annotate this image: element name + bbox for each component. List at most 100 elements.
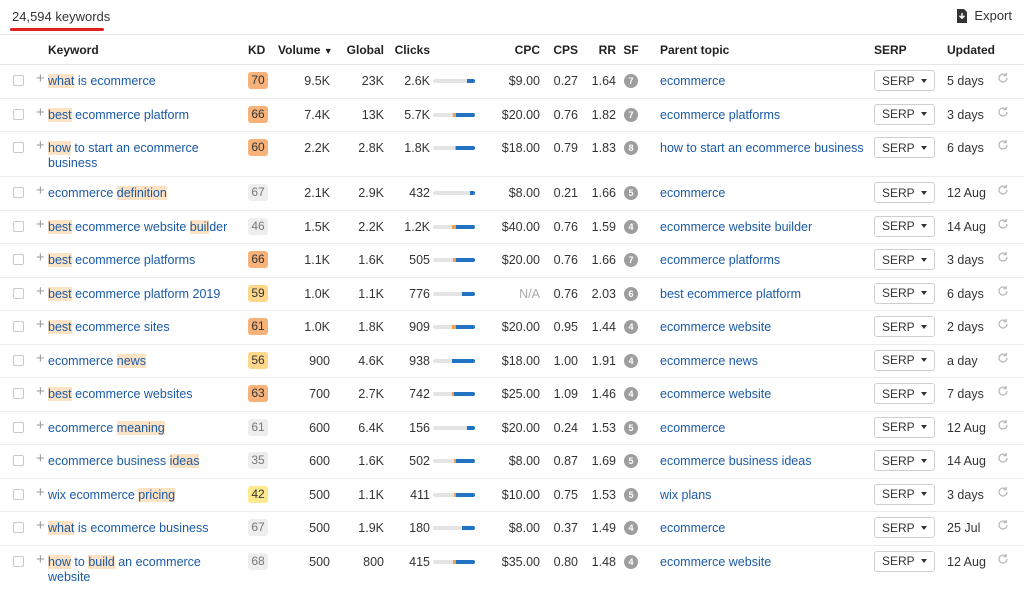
refresh-icon[interactable] <box>997 72 1009 84</box>
col-rr[interactable]: RR <box>578 35 616 65</box>
serp-dropdown-button[interactable]: SERP <box>874 215 935 237</box>
sf-count-badge[interactable]: 4 <box>624 320 638 334</box>
refresh-icon[interactable] <box>997 553 1009 565</box>
sf-count-badge[interactable]: 4 <box>624 219 638 234</box>
serp-dropdown-button[interactable]: SERP <box>874 249 935 270</box>
plus-icon[interactable]: + <box>36 284 45 299</box>
serp-dropdown-button[interactable]: SERP <box>874 483 935 505</box>
row-checkbox[interactable] <box>13 142 24 153</box>
parent-topic-link[interactable]: how to start an ecommerce business <box>660 132 874 155</box>
keyword-link[interactable]: how to build an ecommerce website <box>48 546 248 585</box>
keyword-link[interactable]: ecommerce definition <box>48 177 248 201</box>
refresh-icon[interactable] <box>997 318 1009 330</box>
row-checkbox[interactable] <box>13 220 24 232</box>
refresh-icon[interactable] <box>997 419 1009 431</box>
serp-dropdown-button[interactable]: SERP <box>874 517 935 538</box>
sf-count-badge[interactable]: 4 <box>624 387 638 401</box>
serp-dropdown-button[interactable]: SERP <box>874 182 935 203</box>
serp-dropdown-button[interactable]: SERP <box>874 137 935 158</box>
refresh-icon[interactable] <box>997 218 1009 230</box>
export-button[interactable]: Export <box>956 8 1012 23</box>
plus-icon[interactable]: + <box>36 485 45 500</box>
row-checkbox[interactable] <box>13 388 24 399</box>
parent-topic-link[interactable]: ecommerce website <box>660 311 874 334</box>
keyword-link[interactable]: best ecommerce platforms <box>48 244 248 268</box>
refresh-icon[interactable] <box>997 106 1009 118</box>
serp-dropdown-button[interactable]: SERP <box>874 349 935 371</box>
col-sf[interactable]: SF <box>616 35 646 65</box>
col-volume[interactable]: Volume ▼ <box>278 35 333 65</box>
refresh-icon[interactable] <box>997 285 1009 297</box>
plus-icon[interactable]: + <box>36 138 45 153</box>
sf-count-badge[interactable]: 7 <box>624 253 638 267</box>
sf-count-badge[interactable]: 4 <box>624 554 638 569</box>
parent-topic-link[interactable]: ecommerce <box>660 177 874 200</box>
keyword-link[interactable]: how to start an ecommerce business <box>48 132 248 171</box>
serp-dropdown-button[interactable]: SERP <box>874 103 935 125</box>
col-keyword[interactable]: Keyword <box>48 35 248 65</box>
keyword-link[interactable]: ecommerce meaning <box>48 412 248 436</box>
row-checkbox[interactable] <box>13 522 24 533</box>
col-global[interactable]: Global <box>330 35 384 65</box>
row-checkbox[interactable] <box>13 108 24 120</box>
plus-icon[interactable]: + <box>36 71 45 86</box>
parent-topic-link[interactable]: wix plans <box>660 479 874 502</box>
keyword-link[interactable]: best ecommerce website builder <box>48 211 248 235</box>
plus-icon[interactable]: + <box>36 518 45 533</box>
sf-count-badge[interactable]: 7 <box>624 107 638 122</box>
parent-topic-link[interactable]: ecommerce business ideas <box>660 445 874 468</box>
serp-dropdown-button[interactable]: SERP <box>874 70 935 91</box>
parent-topic-link[interactable]: ecommerce website builder <box>660 211 874 234</box>
sf-count-badge[interactable]: 5 <box>624 186 638 200</box>
refresh-icon[interactable] <box>997 385 1009 397</box>
plus-icon[interactable]: + <box>36 183 45 198</box>
parent-topic-link[interactable]: best ecommerce platform <box>660 278 874 301</box>
sf-count-badge[interactable]: 5 <box>624 487 638 502</box>
refresh-icon[interactable] <box>997 352 1009 364</box>
keyword-link[interactable]: best ecommerce websites <box>48 378 248 402</box>
refresh-icon[interactable] <box>997 519 1009 531</box>
col-kd[interactable]: KD <box>248 35 278 65</box>
serp-dropdown-button[interactable]: SERP <box>874 316 935 337</box>
plus-icon[interactable]: + <box>36 217 45 232</box>
keyword-link[interactable]: best ecommerce platform 2019 <box>48 278 248 302</box>
keyword-link[interactable]: ecommerce news <box>48 345 248 369</box>
serp-dropdown-button[interactable]: SERP <box>874 282 935 304</box>
plus-icon[interactable]: + <box>36 451 45 466</box>
keyword-link[interactable]: what is ecommerce business <box>48 512 248 536</box>
keyword-link[interactable]: ecommerce business ideas <box>48 445 248 469</box>
row-checkbox[interactable] <box>13 187 24 198</box>
parent-topic-link[interactable]: ecommerce platforms <box>660 99 874 122</box>
row-checkbox[interactable] <box>13 455 24 466</box>
sf-count-badge[interactable]: 5 <box>624 454 638 468</box>
row-checkbox[interactable] <box>13 354 24 366</box>
parent-topic-link[interactable]: ecommerce <box>660 412 874 435</box>
sf-count-badge[interactable]: 6 <box>624 286 638 301</box>
sf-count-badge[interactable]: 8 <box>624 141 638 155</box>
row-checkbox[interactable] <box>13 75 24 86</box>
refresh-icon[interactable] <box>997 184 1009 196</box>
serp-dropdown-button[interactable]: SERP <box>874 383 935 404</box>
row-checkbox[interactable] <box>13 488 24 500</box>
serp-dropdown-button[interactable]: SERP <box>874 450 935 471</box>
row-checkbox[interactable] <box>13 321 24 332</box>
sf-count-badge[interactable]: 5 <box>624 420 638 435</box>
keyword-link[interactable]: wix ecommerce pricing <box>48 479 248 503</box>
serp-dropdown-button[interactable]: SERP <box>874 550 935 572</box>
col-parent-topic[interactable]: Parent topic <box>646 35 874 65</box>
row-checkbox[interactable] <box>13 555 24 567</box>
parent-topic-link[interactable]: ecommerce website <box>660 546 874 569</box>
parent-topic-link[interactable]: ecommerce website <box>660 378 874 401</box>
plus-icon[interactable]: + <box>36 250 45 265</box>
plus-icon[interactable]: + <box>36 317 45 332</box>
keyword-link[interactable]: best ecommerce sites <box>48 311 248 335</box>
refresh-icon[interactable] <box>997 139 1009 151</box>
refresh-icon[interactable] <box>997 251 1009 263</box>
sf-count-badge[interactable]: 7 <box>624 74 638 88</box>
col-cps[interactable]: CPS <box>540 35 578 65</box>
plus-icon[interactable]: + <box>36 552 45 567</box>
sf-count-badge[interactable]: 4 <box>624 521 638 535</box>
plus-icon[interactable]: + <box>36 384 45 399</box>
sf-count-badge[interactable]: 4 <box>624 353 638 368</box>
keyword-link[interactable]: best ecommerce platform <box>48 99 248 123</box>
